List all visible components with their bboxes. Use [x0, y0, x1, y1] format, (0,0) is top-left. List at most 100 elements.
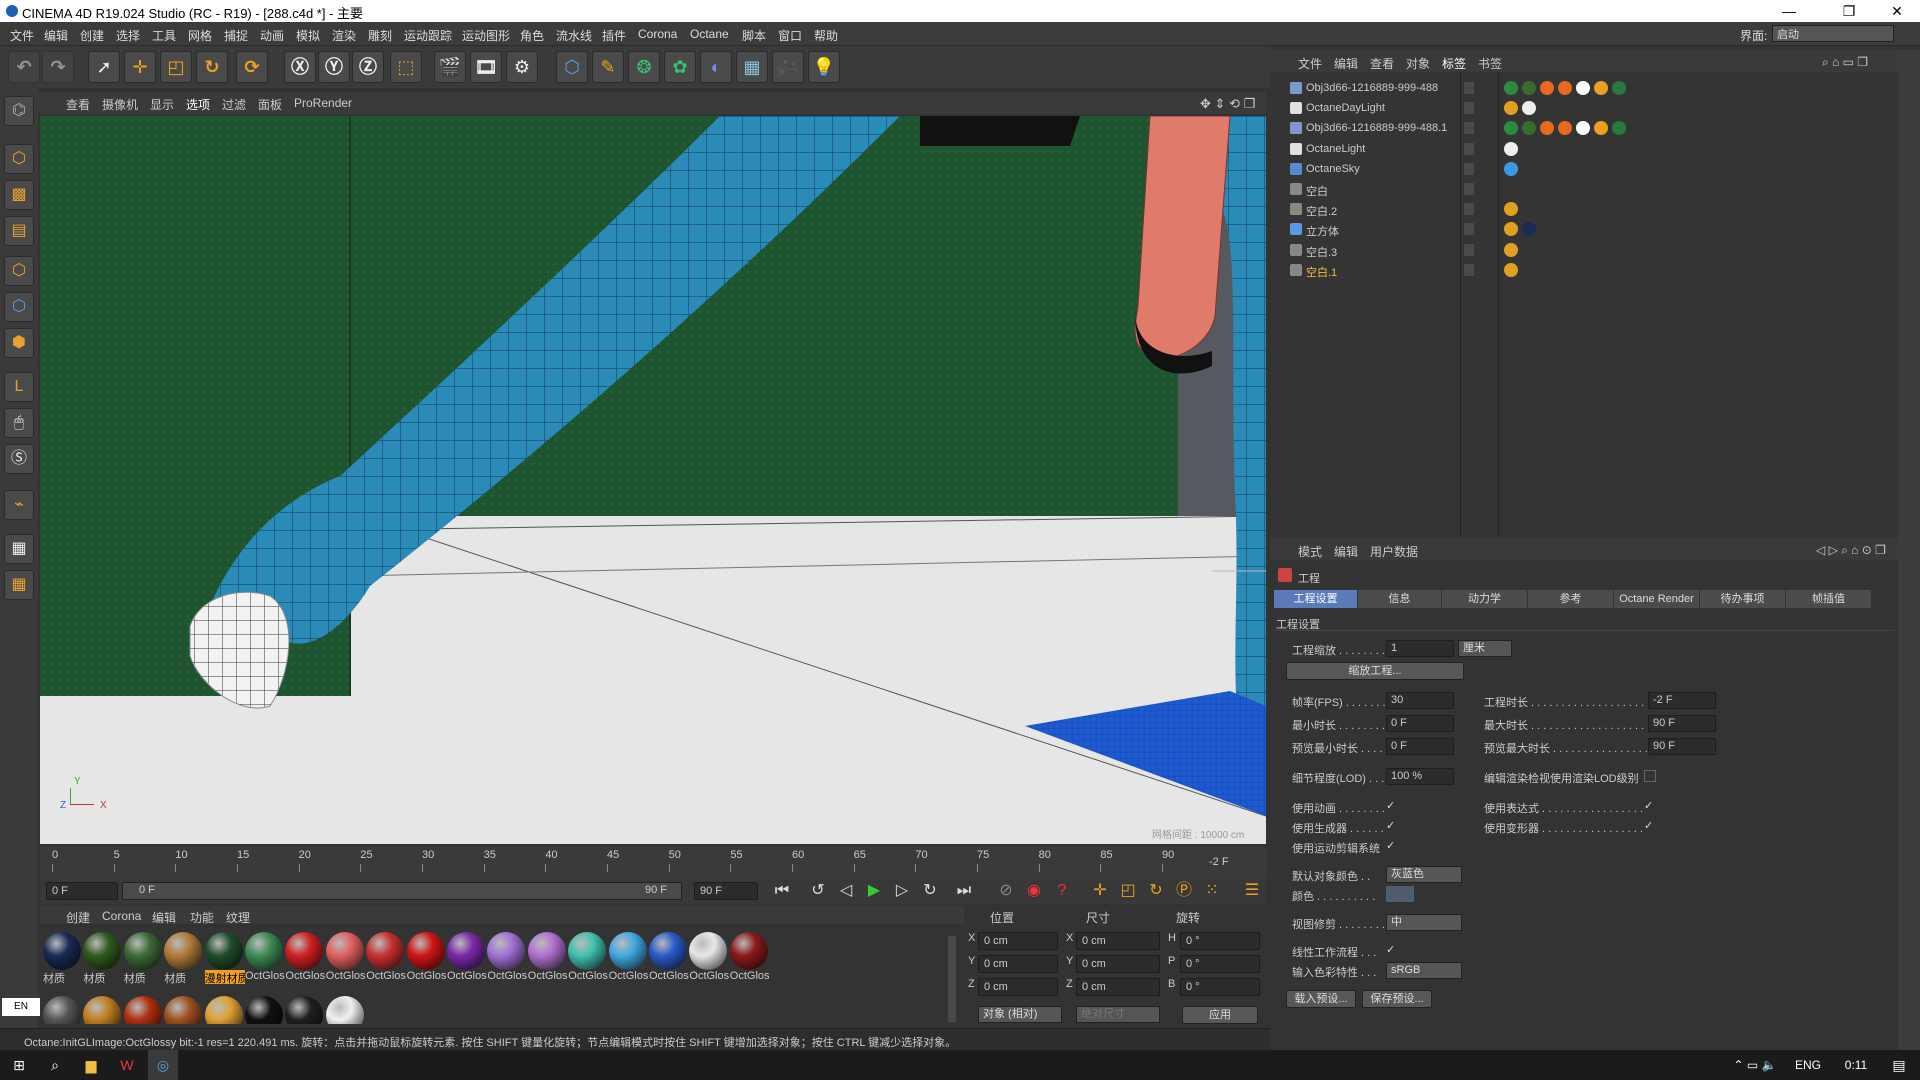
edges-mode-icon[interactable]: ⬡ [4, 292, 34, 322]
material-swatch[interactable]: OctGlos [284, 930, 325, 982]
menu-create[interactable]: 创建 [80, 27, 104, 44]
attr-menu-mode[interactable]: 模式 [1298, 543, 1322, 560]
camera-icon[interactable]: 🎥 [772, 51, 804, 83]
rotation-field[interactable]: 0 ° [1180, 932, 1260, 950]
key-scale-icon[interactable]: ◰ [1116, 880, 1140, 902]
menu-animate[interactable]: 动画 [260, 27, 284, 44]
position-field[interactable]: 0 cm [978, 978, 1058, 996]
visibility-toggle-icon[interactable] [1464, 82, 1474, 94]
magnet-icon[interactable]: ⌁ [4, 490, 34, 520]
viewport-menu-panel[interactable]: 面板 [258, 96, 282, 113]
object-tag-icon[interactable] [1522, 81, 1536, 95]
material-menu-function[interactable]: 功能 [190, 909, 214, 926]
move-tool-icon[interactable]: ✛ [124, 51, 156, 83]
texture-mode-icon[interactable]: ▩ [4, 180, 34, 210]
object-row[interactable]: 空白.2 [1270, 199, 1898, 219]
object-tag-icon[interactable] [1504, 101, 1518, 116]
viewport-menu-view[interactable]: 查看 [66, 96, 90, 113]
material-swatch[interactable]: OctGlos [244, 930, 285, 982]
project-scale-unit-select[interactable]: 厘米 [1458, 640, 1512, 657]
linear-workflow-checkbox[interactable]: ✓ [1386, 943, 1398, 956]
file-explorer-icon[interactable]: ▆ [76, 1050, 106, 1080]
model-mode-icon[interactable]: ⬡ [4, 144, 34, 174]
object-tag-icon[interactable] [1504, 141, 1518, 156]
obj-menu-objects[interactable]: 对象 [1406, 55, 1430, 72]
material-menu-texture[interactable]: 纹理 [226, 909, 250, 926]
visibility-toggle-icon[interactable] [1464, 263, 1474, 276]
visibility-toggle-icon[interactable] [1464, 162, 1474, 175]
material-swatch[interactable]: OctGlos [688, 930, 729, 982]
object-tag-icon[interactable] [1612, 81, 1626, 95]
object-tag-icon[interactable] [1540, 81, 1554, 95]
object-name[interactable]: 空白.3 [1306, 244, 1337, 260]
visibility-toggle-icon[interactable] [1464, 223, 1474, 236]
attr-menu-userdata[interactable]: 用户数据 [1370, 543, 1418, 560]
rotate-tool-icon[interactable]: ↻ [196, 51, 228, 83]
material-swatch[interactable] [42, 994, 82, 1024]
obj-menu-bookmarks[interactable]: 书签 [1478, 55, 1502, 72]
visibility-toggle-icon[interactable] [1464, 243, 1474, 256]
obj-menu-edit[interactable]: 编辑 [1334, 55, 1358, 72]
menu-mograph[interactable]: 运动图形 [462, 27, 510, 44]
go-to-start-icon[interactable]: ⏮ [770, 880, 794, 902]
key-position-icon[interactable]: ✛ [1088, 880, 1112, 902]
object-row[interactable]: Obj3d66-1216889-999-488.1 [1270, 118, 1898, 138]
render-lod-checkbox[interactable] [1644, 770, 1656, 782]
windows-start-icon[interactable]: ⊞ [4, 1050, 34, 1080]
object-tag-icon[interactable] [1504, 161, 1518, 176]
fps-field[interactable]: 30 [1386, 692, 1454, 709]
viewport-menu-cameras[interactable]: 摄像机 [102, 96, 138, 113]
menu-select[interactable]: 选择 [116, 27, 140, 44]
preview-max-field[interactable]: 90 F [1648, 738, 1716, 755]
menu-plugins[interactable]: 插件 [602, 27, 626, 44]
preview-min-field[interactable]: 0 F [1386, 738, 1454, 755]
object-name[interactable]: OctaneLight [1306, 143, 1365, 155]
material-swatch[interactable] [244, 994, 284, 1024]
material-swatch[interactable]: 材质 [123, 930, 163, 984]
menu-help[interactable]: 帮助 [814, 27, 838, 44]
object-tag-icon[interactable] [1594, 121, 1608, 136]
object-tag-icon[interactable] [1558, 121, 1572, 136]
maximize-button[interactable]: ❐ [1826, 0, 1872, 22]
render-settings-icon[interactable]: ⚙ [506, 51, 538, 83]
next-key-icon[interactable]: ↻ [918, 880, 942, 902]
viewport-menu-prorender[interactable]: ProRender [294, 96, 352, 110]
object-tag-icon[interactable] [1504, 202, 1518, 217]
timeline-ruler[interactable]: 0 5 10 15 20 25 30 35 40 45 50 55 60 65 70 75 80 85 90 -2 … [40, 846, 1266, 878]
light-icon[interactable]: 💡 [808, 51, 840, 83]
material-swatch[interactable]: OctGlos [406, 930, 446, 982]
tab-reference[interactable]: 参考 [1528, 590, 1614, 608]
menu-snap[interactable]: 捕捉 [224, 27, 248, 44]
y-axis-lock-icon[interactable]: Ⓨ [318, 51, 350, 83]
menu-window[interactable]: 窗口 [778, 27, 802, 44]
object-row[interactable]: 空白 [1270, 179, 1898, 199]
tab-project-settings[interactable]: 工程设置 [1274, 590, 1358, 608]
object-tag-icon[interactable] [1594, 81, 1608, 95]
object-tag-icon[interactable] [1504, 222, 1518, 237]
go-to-end-icon[interactable]: ⏭ [952, 880, 976, 902]
scale-project-button[interactable]: 缩放工程... [1286, 662, 1464, 680]
viewport-menu-filter[interactable]: 过滤 [222, 96, 246, 113]
use-expression-checkbox[interactable]: ✓ [1644, 799, 1656, 812]
object-tag-icon[interactable] [1558, 81, 1572, 95]
visibility-toggle-icon[interactable] [1464, 183, 1474, 195]
input-language[interactable]: ENG [1790, 1050, 1826, 1080]
material-scrollbar[interactable] [948, 936, 956, 1022]
tab-octane-render[interactable]: Octane Render [1614, 590, 1700, 608]
use-animation-checkbox[interactable]: ✓ [1386, 799, 1398, 812]
default-color-select[interactable]: 灰蓝色 [1386, 866, 1462, 883]
color-swatch[interactable] [1386, 886, 1414, 902]
key-param-icon[interactable]: Ⓟ [1172, 880, 1196, 902]
menu-pipeline[interactable]: 流水线 [556, 27, 592, 44]
floor-icon[interactable]: ▦ [736, 51, 768, 83]
tab-dynamics[interactable]: 动力学 [1442, 590, 1528, 608]
object-row[interactable]: 空白.1 [1270, 260, 1898, 280]
previous-frame-icon[interactable]: ◁ [834, 880, 858, 902]
obj-menu-view[interactable]: 查看 [1370, 55, 1394, 72]
object-row[interactable]: OctaneLight [1270, 139, 1898, 159]
object-name[interactable]: Obj3d66-1216889-999-488.1 [1306, 122, 1447, 134]
input-language-indicator[interactable]: EN [2, 998, 40, 1016]
position-field[interactable]: 0 cm [978, 932, 1058, 950]
visibility-toggle-icon[interactable] [1464, 102, 1474, 115]
menu-corona[interactable]: Corona [638, 27, 677, 41]
